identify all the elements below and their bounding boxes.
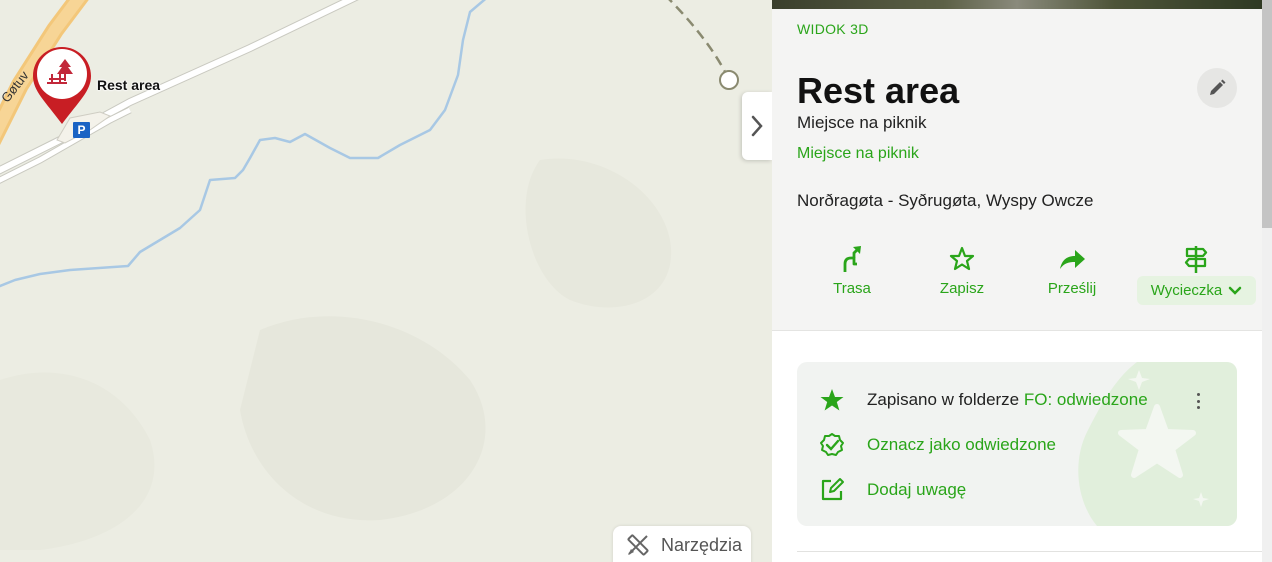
- saved-text: Zapisano w folderze: [867, 390, 1020, 409]
- place-address: Norðragøta - Syðrugøta, Wyspy Owcze: [797, 191, 1094, 210]
- star-decoration-icon: [1078, 362, 1237, 526]
- ruler-pencil-icon: [627, 534, 649, 556]
- chevron-right-icon: [751, 115, 763, 137]
- pencil-icon: [1210, 79, 1226, 95]
- panel-header: WIDOK 3D Rest area Miejsce na piknik Mie…: [772, 0, 1262, 331]
- chevron-down-icon: [1229, 286, 1242, 295]
- share-label: Prześlij: [1047, 280, 1097, 297]
- star-filled-icon: [820, 389, 844, 411]
- check-badge-icon: [820, 433, 844, 456]
- view-3d-link[interactable]: WIDOK 3D: [797, 21, 869, 37]
- trip-icon-wrap[interactable]: [1183, 244, 1209, 279]
- saved-folder-link[interactable]: FO: odwiedzone: [1024, 390, 1148, 409]
- tools-button[interactable]: Narzędzia: [613, 526, 751, 562]
- edit-place-button[interactable]: [1197, 68, 1237, 108]
- mark-visited-row[interactable]: Oznacz jako odwiedzone: [819, 432, 1056, 458]
- more-options-icon[interactable]: [1192, 390, 1204, 412]
- route-label: Trasa: [833, 280, 871, 297]
- poi-pin[interactable]: [31, 45, 93, 125]
- map-canvas[interactable]: Gøtuv Rest area P Narzędzia: [0, 0, 772, 562]
- edit-note-icon: [821, 478, 844, 501]
- route-icon: [843, 246, 861, 272]
- save-label: Zapisz: [939, 280, 985, 297]
- add-note-row[interactable]: Dodaj uwagę: [819, 477, 966, 503]
- share-button[interactable]: Prześlij: [1017, 244, 1127, 306]
- signpost-icon: [1184, 246, 1208, 273]
- save-button[interactable]: Zapisz: [907, 244, 1017, 306]
- route-button[interactable]: Trasa: [797, 244, 907, 306]
- place-category-link[interactable]: Miejsce na piknik: [797, 145, 919, 163]
- mark-visited-label: Oznacz jako odwiedzone: [867, 435, 1057, 454]
- place-subtitle: Miejsce na piknik: [797, 113, 927, 132]
- divider: [797, 551, 1262, 552]
- parking-icon: P: [73, 122, 90, 138]
- tools-label: Narzędzia: [661, 534, 743, 555]
- poi-label: Rest area: [97, 77, 161, 93]
- place-photo[interactable]: [772, 0, 1262, 9]
- place-details-panel: WIDOK 3D Rest area Miejsce na piknik Mie…: [772, 0, 1262, 562]
- panel-scrollbar-thumb[interactable]: [1262, 0, 1272, 228]
- saved-row: Zapisano w folderze FO: odwiedzone: [819, 388, 1148, 412]
- place-title: Rest area: [797, 70, 960, 111]
- star-icon: [949, 246, 975, 271]
- trip-dropdown-button[interactable]: Wycieczka: [1137, 276, 1256, 305]
- share-icon: [1060, 250, 1085, 269]
- trip-label: Wycieczka: [1150, 282, 1223, 299]
- saved-card: Zapisano w folderze FO: odwiedzone Oznac…: [797, 362, 1237, 526]
- add-note-label: Dodaj uwagę: [867, 480, 967, 499]
- collapse-panel-button[interactable]: [742, 92, 772, 160]
